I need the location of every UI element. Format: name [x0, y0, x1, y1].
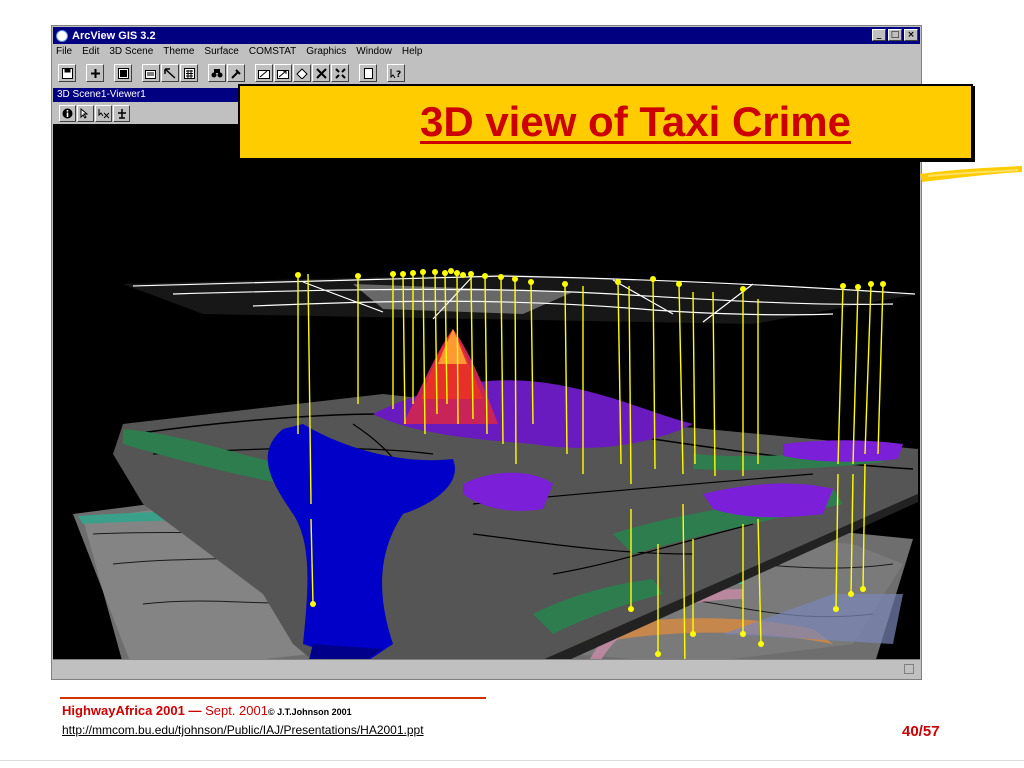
brush-stroke-decoration [920, 166, 1022, 182]
window-controls: _ □ × [872, 29, 918, 41]
toolbar: ? [58, 63, 406, 83]
zoom-selected-icon [296, 67, 308, 79]
close-button[interactable]: × [904, 29, 918, 41]
query-button[interactable] [227, 64, 245, 82]
identify-icon [62, 108, 73, 118]
add-theme-icon [90, 68, 100, 78]
zoom-selected-button[interactable] [293, 64, 311, 82]
resize-grip-icon[interactable] [904, 664, 914, 674]
identify-button[interactable] [59, 104, 76, 122]
menu-theme[interactable]: Theme [163, 46, 194, 62]
select-button[interactable] [161, 64, 179, 82]
help-button[interactable]: ? [387, 64, 405, 82]
layout-icon [363, 67, 373, 79]
pointer-button[interactable] [77, 104, 94, 122]
viewer-toolbar [53, 102, 241, 124]
save-icon [61, 67, 73, 79]
navigate-icon [98, 108, 109, 118]
3d-map-scene[interactable] [53, 124, 920, 659]
menu-graphics[interactable]: Graphics [306, 46, 346, 62]
menu-3d-scene[interactable]: 3D Scene [109, 46, 153, 62]
footer-credit: HighwayAfrica 2001 — Sept. 2001© J.T.Joh… [62, 703, 352, 718]
zoom-active-themes-icon [277, 69, 289, 79]
minimize-button[interactable]: _ [872, 29, 886, 41]
help-icon: ? [390, 68, 401, 79]
footer-event: HighwayAfrica 2001 — [62, 703, 202, 718]
zoom-in-fixed-icon [315, 67, 327, 79]
select-icon [164, 67, 176, 79]
properties-button[interactable] [142, 64, 160, 82]
page-number: 40/57 [902, 723, 940, 740]
zoom-active-themes-button[interactable] [274, 64, 292, 82]
calculator-button[interactable] [180, 64, 198, 82]
footer-date: Sept. 2001 [205, 703, 268, 718]
slide-title-box: 3D view of Taxi Crime [238, 84, 973, 160]
find-icon [211, 68, 223, 77]
globe-icon [56, 29, 68, 42]
status-bar [53, 659, 920, 678]
viewer-title: 3D Scene1-Viewer1 [53, 88, 241, 102]
pointer-icon [80, 107, 88, 119]
find-button[interactable] [208, 64, 226, 82]
footer-copyright: © J.T.Johnson 2001 [267, 707, 352, 717]
menu-file[interactable]: File [56, 46, 72, 62]
slide-title: 3D view of Taxi Crime [419, 98, 852, 145]
zoom-in-fixed-button[interactable] [312, 64, 330, 82]
fly-button[interactable] [113, 104, 130, 122]
maximize-button[interactable]: □ [888, 29, 902, 41]
menu-comstat[interactable]: COMSTAT [249, 46, 296, 62]
calculator-icon [183, 67, 195, 79]
fly-icon [117, 108, 126, 119]
zoom-full-extent-icon [258, 69, 270, 79]
query-icon [231, 68, 241, 79]
menu-help[interactable]: Help [402, 46, 423, 62]
window-title: ArcView GIS 3.2 [72, 29, 156, 42]
menu-window[interactable]: Window [356, 46, 392, 62]
add-theme-button[interactable] [86, 64, 104, 82]
save-button[interactable] [58, 64, 76, 82]
navigate-button[interactable] [95, 104, 112, 122]
table-button[interactable] [114, 64, 132, 82]
layout-button[interactable] [359, 64, 377, 82]
zoom-out-fixed-button[interactable] [331, 64, 349, 82]
footer-url-link[interactable]: http://mmcom.bu.edu/tjohnson/Public/IAJ/… [62, 723, 424, 737]
footer-divider [60, 697, 486, 699]
bottom-divider [0, 760, 1024, 761]
menu-edit[interactable]: Edit [82, 46, 99, 62]
svg-text:?: ? [396, 70, 401, 79]
zoom-out-fixed-icon [334, 67, 346, 79]
title-bar: ArcView GIS 3.2 _ □ × [53, 27, 920, 44]
scene-viewer: 3D Scene1-Viewer1 [53, 88, 920, 659]
zoom-full-extent-button[interactable] [255, 64, 273, 82]
menu-surface[interactable]: Surface [204, 46, 238, 62]
table-icon [117, 67, 129, 79]
menu-bar: File Edit 3D Scene Theme Surface COMSTAT… [56, 46, 432, 62]
properties-icon [145, 69, 156, 79]
